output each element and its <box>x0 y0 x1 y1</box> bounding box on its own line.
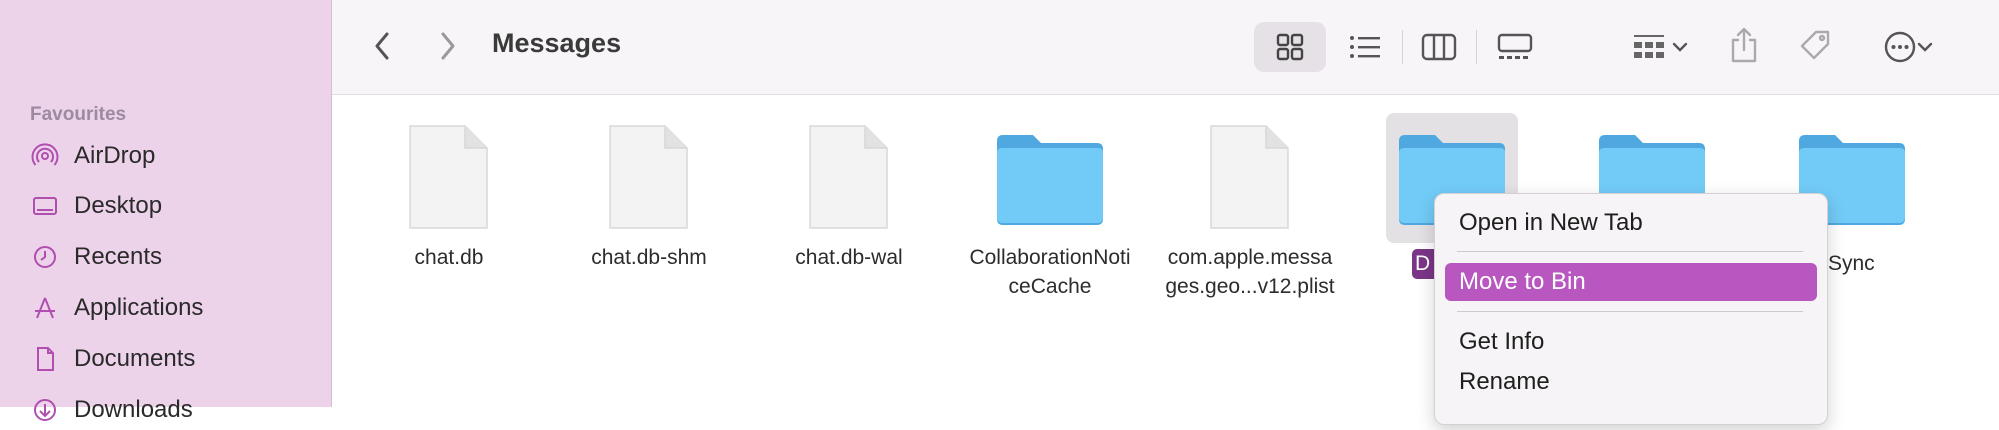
toolbar-divider <box>1476 30 1477 64</box>
toolbar-divider <box>1402 30 1403 64</box>
context-menu: Open in New Tab Move to Bin Get Info Ren… <box>1434 193 1828 425</box>
more-actions-button[interactable] <box>1874 28 1942 66</box>
share-icon <box>1731 27 1757 63</box>
menu-separator <box>1457 251 1803 252</box>
document-icon <box>30 344 60 374</box>
file-item[interactable]: chat.db-wal <box>749 113 949 272</box>
file-name: com.apple.messa ges.geo...v12.plist <box>1165 246 1335 298</box>
sidebar-section-favourites: Favourites <box>30 104 127 125</box>
menu-separator <box>1457 311 1803 312</box>
sidebar-item-documents[interactable]: Documents <box>30 339 320 379</box>
sidebar-item-desktop[interactable]: Desktop <box>30 186 320 226</box>
grid-icon <box>1276 33 1304 61</box>
document-file-icon <box>809 125 888 229</box>
column-view-button[interactable] <box>1420 28 1458 66</box>
menu-item-move-to-bin[interactable]: Move to Bin <box>1445 263 1817 301</box>
menu-item-get-info[interactable]: Get Info <box>1445 323 1817 361</box>
sidebar-item-label: Desktop <box>74 192 163 219</box>
group-by-button[interactable] <box>1624 28 1696 66</box>
document-file-icon <box>609 125 688 229</box>
tag-icon <box>1800 30 1830 60</box>
tag-button[interactable] <box>1796 26 1836 66</box>
group-icon <box>1634 35 1664 58</box>
columns-icon <box>1421 33 1457 61</box>
sidebar-item-label: Downloads <box>74 396 193 423</box>
sidebar-item-label: AirDrop <box>74 142 156 169</box>
sidebar-item-applications[interactable]: Applications <box>30 288 320 328</box>
menu-item-open-in-new-tab[interactable]: Open in New Tab <box>1445 204 1817 242</box>
sidebar-item-downloads[interactable]: Downloads <box>30 390 320 430</box>
icon-view-button[interactable] <box>1254 22 1326 72</box>
forward-button[interactable] <box>434 28 462 64</box>
list-icon <box>1350 36 1380 58</box>
ellipsis-circle-icon <box>1884 31 1916 63</box>
file-item[interactable]: com.apple.messa ges.geo...v12.plist <box>1150 113 1350 301</box>
document-file-icon <box>1210 125 1289 229</box>
applications-icon <box>30 293 60 323</box>
file-item[interactable]: chat.db-shm <box>549 113 749 272</box>
gallery-view-button[interactable] <box>1494 28 1536 66</box>
download-icon <box>30 395 60 425</box>
sidebar: Favourites AirDrop Desktop Recents Appli… <box>0 0 332 423</box>
window-title: Messages <box>492 28 622 58</box>
back-button[interactable] <box>368 28 396 64</box>
menu-item-rename[interactable]: Rename <box>1445 363 1817 401</box>
folder-icon <box>997 135 1103 225</box>
share-button[interactable] <box>1726 24 1762 66</box>
desktop-icon <box>30 191 60 221</box>
sidebar-item-label: Applications <box>74 294 204 321</box>
chevron-right-icon <box>441 32 455 60</box>
chevron-down-icon <box>1917 42 1933 52</box>
sidebar-item-label: Recents <box>74 243 163 270</box>
clock-icon <box>30 242 60 272</box>
file-name: chat.db-shm <box>591 246 707 269</box>
document-file-icon <box>409 125 488 229</box>
list-view-button[interactable] <box>1346 28 1384 66</box>
gallery-icon <box>1497 33 1533 59</box>
file-name: CollaborationNoti ceCache <box>969 246 1131 298</box>
sidebar-item-recents[interactable]: Recents <box>30 237 320 277</box>
folder-item[interactable]: CollaborationNoti ceCache <box>950 113 1150 301</box>
chevron-left-icon <box>375 32 389 60</box>
file-name: chat.db-wal <box>795 246 903 269</box>
file-name: chat.db <box>414 246 484 269</box>
file-item[interactable]: chat.db <box>349 113 549 272</box>
airdrop-icon <box>30 141 60 171</box>
chevron-down-icon <box>1672 42 1688 52</box>
sidebar-item-label: Documents <box>74 345 196 372</box>
sidebar-item-airdrop[interactable]: AirDrop <box>30 136 320 176</box>
file-name: Sync <box>1828 252 1875 275</box>
